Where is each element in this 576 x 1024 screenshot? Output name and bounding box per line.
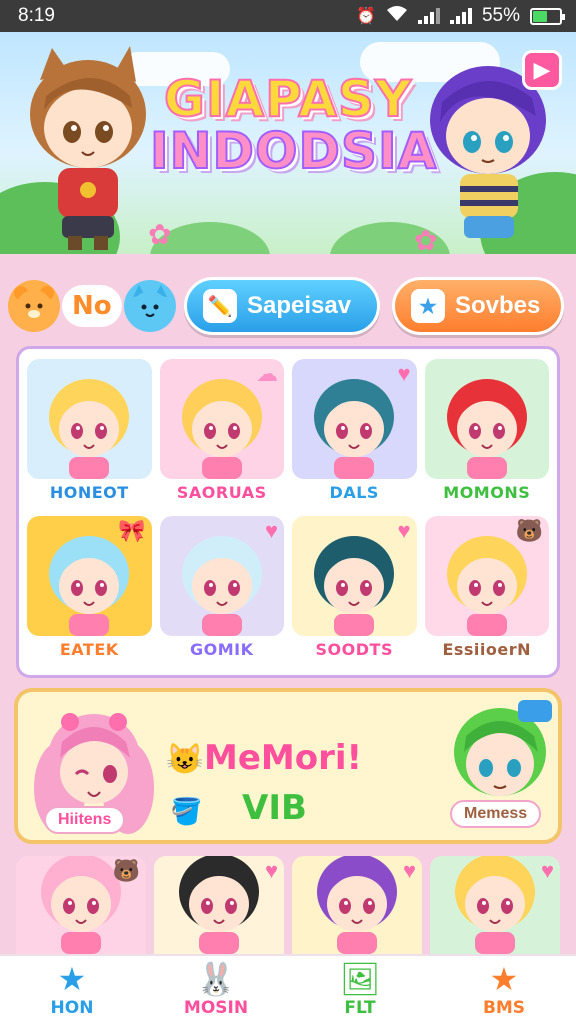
main-panel: No ✏️ Sapeisav ★ Sovbes HONEOT ☁ SAORUAS ♥ D… xyxy=(0,254,576,954)
app-header: ✿ ✿ GIAPASY INDODSIA ▶ xyxy=(0,32,576,254)
tab-flt[interactable]: 🖼 FLT xyxy=(288,956,432,1024)
character-name: SAORUAS xyxy=(176,483,267,502)
character-card[interactable]: ♥ GOMIK xyxy=(159,516,284,665)
heart-icon: ♥ xyxy=(540,858,554,883)
cat-face-icon: 😺 xyxy=(166,743,204,776)
tab-bms[interactable]: ★ BMS xyxy=(432,956,576,1024)
character-card[interactable]: 🐻 EssiioerN xyxy=(424,516,549,665)
promo-banner[interactable]: 😺 MeMori! 🪣 VIB Hiitens Memess xyxy=(14,688,562,844)
battery-fill xyxy=(533,10,548,22)
mascot-label: No xyxy=(62,285,122,327)
app-logo: GIAPASY INDODSIA xyxy=(149,69,438,181)
character-portrait xyxy=(424,359,549,479)
heart-icon: ♥ xyxy=(397,518,411,543)
battery-percent: 55% xyxy=(481,5,520,26)
character-name: SOODTS xyxy=(315,640,393,659)
logo-line-1: GIAPASY xyxy=(163,69,413,129)
alarm-icon: ⏰ xyxy=(356,8,376,25)
play-icon: ▶ xyxy=(533,57,551,82)
chibi-boy-green xyxy=(454,700,552,796)
character-name: EATEK xyxy=(59,640,119,659)
nav-row: No ✏️ Sapeisav ★ Sovbes xyxy=(8,270,568,342)
secondary-nav-label: Sovbes xyxy=(455,292,541,319)
star-icon: ★ xyxy=(57,961,87,997)
promo-title: MeMori! xyxy=(204,738,363,778)
cat-icon xyxy=(123,280,176,332)
promo-subtitle: VIB xyxy=(242,788,307,828)
character-card[interactable]: ☁ SAORUAS xyxy=(159,359,284,508)
play-button[interactable]: ▶ xyxy=(522,50,562,90)
star-icon: ★ xyxy=(411,289,445,323)
character-portrait xyxy=(27,359,152,479)
bucket-icon: 🪣 xyxy=(170,796,203,826)
bear-icon: 🐻 xyxy=(112,858,140,883)
character-card[interactable]: HONEOT xyxy=(27,359,152,508)
bunny-icon: 🐰 xyxy=(196,961,236,997)
character-card[interactable]: MOMONS xyxy=(424,359,549,508)
character-card[interactable]: 🎀 EATEK xyxy=(27,516,152,665)
bottom-tab-bar: ★ HON 🐰 MOSIN 🖼 FLT ★ BMS xyxy=(0,954,576,1024)
star-icon: ★ xyxy=(489,961,519,997)
battery-icon xyxy=(530,7,565,25)
character-portrait: 🐻 xyxy=(424,516,549,636)
character-portrait: ☁ xyxy=(159,359,284,479)
status-icons: ⏰ 55% xyxy=(356,5,565,27)
character-name: HONEOT xyxy=(49,483,129,502)
character-name: MOMONS xyxy=(443,483,531,502)
bear-icon: 🐻 xyxy=(515,518,543,543)
signal-icon xyxy=(417,8,440,24)
heart-icon: ♥ xyxy=(264,858,278,883)
more-characters-row: 🐻 ♥ ♥ ♥ xyxy=(16,856,560,954)
cloud-icon: ☁ xyxy=(256,361,278,386)
edit-icon: ✏️ xyxy=(203,289,237,323)
primary-nav-label: Sapeisav xyxy=(247,292,352,319)
character-card[interactable]: ♥ xyxy=(430,856,560,954)
character-name: EssiioerN xyxy=(442,640,532,659)
character-portrait: ♥ xyxy=(159,516,284,636)
heart-icon: ♥ xyxy=(402,858,416,883)
tab-label: HON xyxy=(50,998,94,1018)
bear-icon xyxy=(8,280,60,332)
heart-icon: ♥ xyxy=(264,518,278,543)
character-name: DALS xyxy=(329,483,379,502)
bow-icon: 🎀 xyxy=(118,518,146,543)
wifi-icon xyxy=(386,5,408,27)
mascot-toggle[interactable]: No xyxy=(8,270,178,342)
tab-mosin[interactable]: 🐰 MOSIN xyxy=(144,956,288,1024)
tab-label: MOSIN xyxy=(183,998,249,1018)
character-portrait: 🎀 xyxy=(27,516,152,636)
signal-icon xyxy=(449,8,472,24)
image-icon: 🖼 xyxy=(339,961,381,997)
chibi-boy-left xyxy=(30,46,146,250)
character-card[interactable]: ♥ DALS xyxy=(292,359,417,508)
heart-icon: ♥ xyxy=(397,361,411,386)
character-grid: HONEOT ☁ SAORUAS ♥ DALS MOMONS 🎀 EATEK ♥ GOMIK ♥ SO… xyxy=(16,346,560,678)
promo-tag-left[interactable]: Hiitens xyxy=(44,806,126,834)
character-card[interactable]: ♥ xyxy=(154,856,284,954)
promo-tag-right[interactable]: Memess xyxy=(450,800,542,828)
tab-label: BMS xyxy=(482,998,526,1018)
character-portrait: ♥ xyxy=(292,359,417,479)
status-bar: 8:19 ⏰ 55% xyxy=(0,0,576,32)
secondary-nav-button[interactable]: ★ Sovbes xyxy=(392,277,564,335)
logo-line-2: INDODSIA xyxy=(149,121,438,181)
tab-hon[interactable]: ★ HON xyxy=(0,956,144,1024)
character-portrait: ♥ xyxy=(292,516,417,636)
character-card[interactable]: 🐻 xyxy=(16,856,146,954)
tab-label: FLT xyxy=(344,998,376,1018)
character-card[interactable]: ♥ xyxy=(292,856,422,954)
character-card[interactable]: ♥ SOODTS xyxy=(292,516,417,665)
primary-nav-button[interactable]: ✏️ Sapeisav xyxy=(184,277,380,335)
character-name: GOMIK xyxy=(189,640,254,659)
status-time: 8:19 xyxy=(18,5,55,26)
